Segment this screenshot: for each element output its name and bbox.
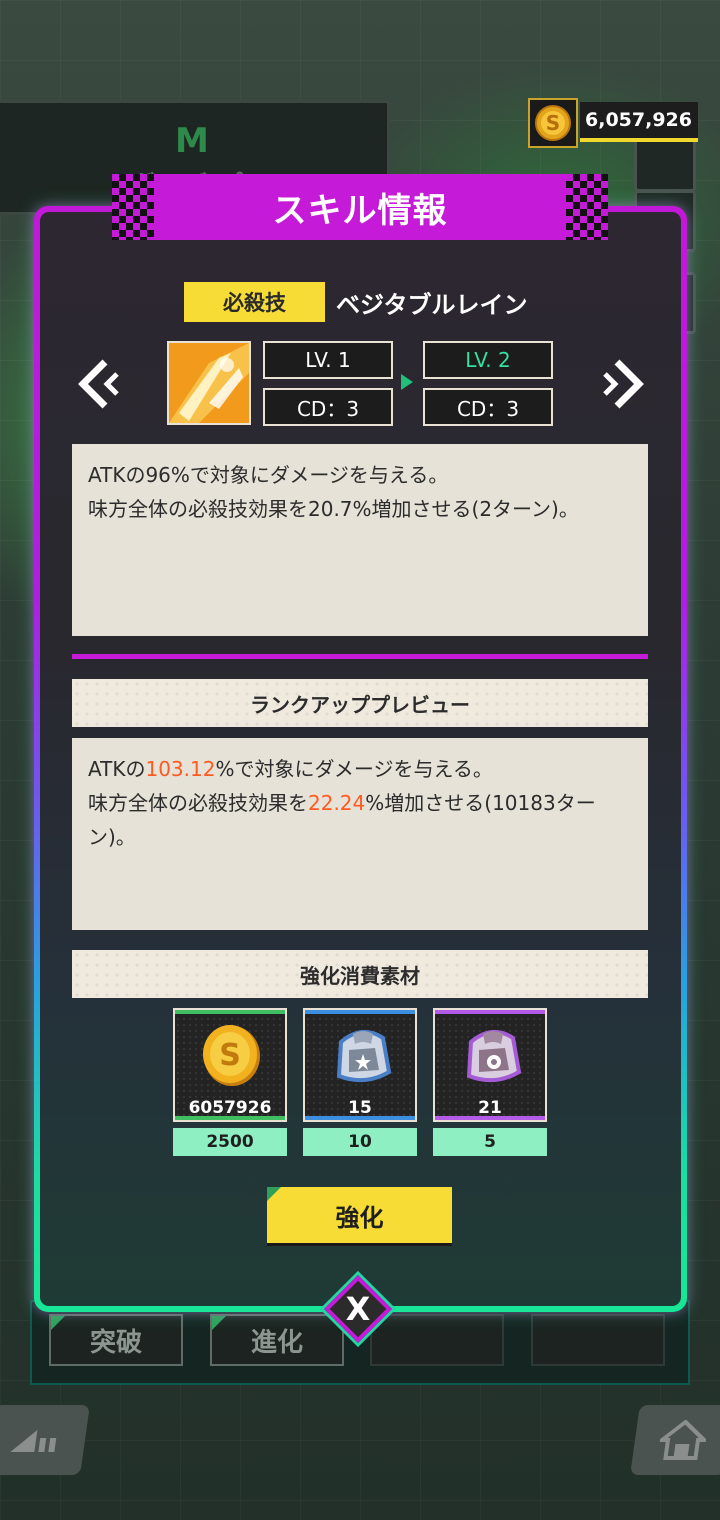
material-cost: 5 [433, 1128, 547, 1156]
currency-display: S 6,057,926 [528, 98, 698, 148]
material-owned-count: 15 [348, 1098, 372, 1118]
dialog-title: スキル情報 [272, 190, 448, 231]
svg-text:S: S [546, 111, 560, 135]
level-arrow-icon [401, 374, 413, 390]
tab-breakthrough: 突破 [49, 1314, 183, 1366]
section-divider [72, 654, 648, 659]
materials-heading: 強化消費素材 [72, 950, 648, 998]
next-skill-button[interactable] [598, 356, 648, 412]
next-level: LV. 2 [423, 341, 553, 379]
current-description: ATKの96%で対象にダメージを与える。 味方全体の必殺技効果を20.7%増加さ… [72, 444, 648, 636]
current-level: LV. 1 [263, 341, 393, 379]
gold-coin-icon: S [197, 1020, 267, 1090]
rank-up-preview-heading: ランクアッププレビュー [72, 679, 648, 727]
description-line: ATKの103.12%で対象にダメージを与える。 [88, 757, 493, 781]
material-cost: 10 [303, 1128, 417, 1156]
next-cooldown: CD：3 [423, 388, 553, 426]
home-button[interactable] [630, 1405, 720, 1475]
material-blue-bag[interactable]: 15 10 [303, 1008, 417, 1156]
material-owned-count: 21 [478, 1098, 502, 1118]
currency-amount: 6,057,926 [580, 102, 698, 142]
current-cooldown: CD：3 [263, 388, 393, 426]
description-line: 味方全体の必殺技効果を22.24%増加させる(10183ターン)。 [88, 791, 596, 849]
highlight-value: 103.12 [145, 757, 216, 781]
rank-up-description: ATKの103.12%で対象にダメージを与える。 味方全体の必殺技効果を22.2… [72, 738, 648, 930]
description-line: 味方全体の必殺技効果を20.7%増加させる(2ターン)。 [88, 497, 579, 521]
enhance-button-label: 強化 [335, 1203, 384, 1232]
chevron-right-icon [603, 359, 644, 409]
material-cost: 2500 [173, 1128, 287, 1156]
svg-text:S: S [219, 1038, 241, 1073]
highlight-value: 22.24 [308, 791, 366, 815]
material-owned-count: 6057926 [188, 1098, 272, 1118]
close-icon: X [345, 1290, 371, 1328]
prev-skill-button[interactable] [74, 356, 124, 412]
blue-bag-icon [327, 1020, 397, 1090]
chevron-left-icon [78, 359, 119, 409]
skill-category-badge: 必殺技 [184, 282, 325, 322]
checker-decoration [566, 174, 608, 240]
gold-coin-icon: S [528, 98, 578, 148]
close-button[interactable]: X [322, 1273, 394, 1345]
back-button[interactable] [0, 1405, 90, 1475]
purple-bag-icon [457, 1020, 527, 1090]
description-line: ATKの96%で対象にダメージを与える。 [88, 463, 449, 487]
skill-icon [167, 341, 251, 425]
checker-decoration [112, 174, 154, 240]
material-card: S 6057926 [173, 1008, 287, 1122]
skill-name: ベジタブルレイン [336, 291, 528, 319]
enhance-button[interactable]: 強化 [267, 1187, 452, 1243]
home-icon [656, 1420, 709, 1460]
tab-empty [531, 1314, 665, 1366]
material-purple-bag[interactable]: 21 5 [433, 1008, 547, 1156]
dialog-title-bar: スキル情報 [112, 174, 608, 240]
background-logo: M [175, 121, 209, 161]
material-gold-coin[interactable]: S 6057926 2500 [173, 1008, 287, 1156]
material-card: 21 [433, 1008, 547, 1122]
back-icon [9, 1430, 56, 1452]
material-card: 15 [303, 1008, 417, 1122]
